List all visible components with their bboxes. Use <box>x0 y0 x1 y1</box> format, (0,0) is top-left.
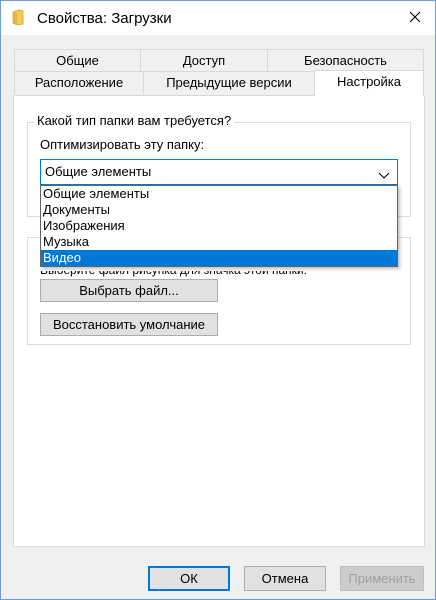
tab-general[interactable]: Общие <box>14 49 141 72</box>
tab-location[interactable]: Расположение <box>14 71 144 94</box>
option-videos[interactable]: Видео <box>41 250 397 266</box>
optimize-label: Оптимизировать эту папку: <box>40 137 205 152</box>
apply-button[interactable]: Применить <box>340 566 424 591</box>
tab-sharing[interactable]: Доступ <box>140 49 268 72</box>
window-title: Свойства: Загрузки <box>37 10 172 27</box>
chevron-down-icon <box>378 168 390 183</box>
option-pictures[interactable]: Изображения <box>41 218 397 234</box>
option-general-items[interactable]: Общие элементы <box>41 186 397 202</box>
close-icon <box>409 11 421 26</box>
option-music[interactable]: Музыка <box>41 234 397 250</box>
properties-window: Свойства: Загрузки Общие Доступ Безопасн… <box>0 0 436 600</box>
restore-default-button[interactable]: Восстановить умолчание <box>40 313 218 336</box>
cancel-button[interactable]: Отмена <box>244 566 326 591</box>
tab-previous-versions[interactable]: Предыдущие версии <box>143 71 315 94</box>
folder-type-select[interactable]: Общие элементы <box>40 159 398 185</box>
folder-type-dropdown: Общие элементы Документы Изображения Муз… <box>40 185 398 267</box>
ok-button[interactable]: ОК <box>148 566 230 591</box>
folder-type-group-title: Какой тип папки вам требуется? <box>34 113 235 128</box>
choose-file-button[interactable]: Выбрать файл... <box>40 279 218 302</box>
title-bar[interactable]: Свойства: Загрузки <box>1 1 435 35</box>
close-button[interactable] <box>395 1 435 35</box>
folder-icon <box>12 9 24 26</box>
folder-type-select-value: Общие элементы <box>45 164 152 179</box>
tab-customize[interactable]: Настройка <box>314 70 424 96</box>
tab-security[interactable]: Безопасность <box>267 49 424 72</box>
option-documents[interactable]: Документы <box>41 202 397 218</box>
